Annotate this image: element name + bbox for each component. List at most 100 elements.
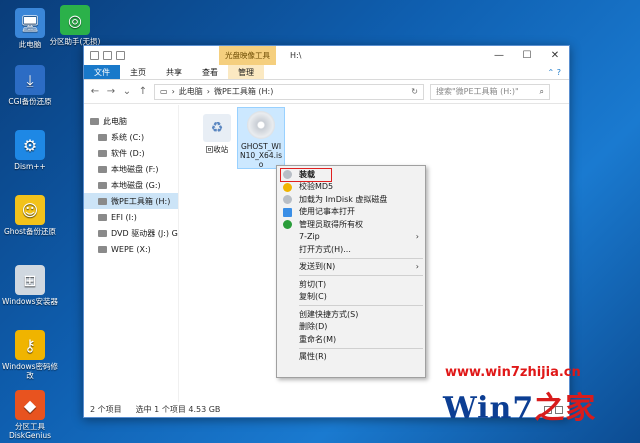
ribbon-tabs: 文件 主页 共享 查看 管理 ⌃ ?	[84, 65, 569, 80]
nav-item[interactable]: WEPE (X:)	[84, 241, 178, 257]
menu-item-label: 删除(D)	[299, 322, 328, 332]
menu-item[interactable]: 复制(C)	[277, 291, 425, 304]
computer-small-icon: ▭	[160, 87, 168, 96]
menu-item-label: 发送到(N)	[299, 262, 336, 272]
desktop-icon-label: CGI备份还原	[8, 97, 52, 106]
nav-item[interactable]: 微PE工具箱 (H:)	[84, 193, 178, 209]
nav-item-label: 此电脑	[103, 116, 127, 126]
menu-item[interactable]: 管理员取得所有权	[277, 218, 425, 231]
help-button[interactable]: ⌃ ?	[538, 65, 570, 79]
tab-home[interactable]: 主页	[120, 65, 156, 79]
folder-icon[interactable]	[90, 51, 99, 60]
watermark-logo: Win7之家	[443, 391, 597, 426]
menu-item-label: 使用记事本打开	[299, 207, 355, 217]
watermark-url: www.win7zhijia.cn	[445, 365, 581, 380]
forward-arrow-icon[interactable]: →	[106, 86, 116, 97]
menu-item[interactable]: 属性(R)	[277, 351, 425, 364]
menu-item-label: 7-Zip	[299, 232, 320, 242]
menu-item-label: 重命名(M)	[299, 334, 337, 344]
menu-item[interactable]: 使用记事本打开	[277, 206, 425, 219]
address-input[interactable]: ▭ › 此电脑 › 微PE工具箱 (H:) ↻	[154, 83, 424, 100]
desktop-icon[interactable]: ◎ 分区助手(无损)	[45, 5, 105, 46]
partition-assistant-icon: ◎	[60, 5, 90, 35]
desktop-icon-label: 分区工具DiskGenius	[8, 422, 52, 440]
ghost-icon: ☺	[15, 195, 45, 225]
menu-item-label: 属性(R)	[299, 352, 327, 362]
submenu-arrow-icon: ›	[415, 262, 419, 272]
admin-shield-icon	[283, 220, 292, 229]
menu-item[interactable]: 打开方式(H)...	[277, 243, 425, 256]
desktop-icon-label: Windows安装器	[2, 297, 58, 306]
breadcrumb-this-pc[interactable]: 此电脑	[179, 86, 203, 97]
nav-item[interactable]: EFI (I:)	[84, 209, 178, 225]
close-button[interactable]: ✕	[541, 46, 569, 65]
minimize-button[interactable]: —	[485, 46, 513, 65]
title-bar: 光盘映像工具 H:\ — ☐ ✕	[84, 46, 569, 65]
drive-icon	[98, 245, 107, 253]
menu-item[interactable]: 删除(D)	[277, 321, 425, 334]
menu-separator	[299, 275, 423, 276]
refresh-icon[interactable]: ↻	[411, 87, 418, 96]
menu-item[interactable]: 创建快捷方式(S)	[277, 308, 425, 321]
key-icon: ⚷	[15, 330, 45, 360]
recent-chevron-down-icon[interactable]: ⌄	[122, 86, 132, 97]
desktop-icon-label: Ghost备份还原	[3, 227, 56, 236]
search-input[interactable]: 搜索"微PE工具箱 (H:)" ⌕	[430, 83, 550, 100]
nav-item[interactable]: 此电脑	[84, 113, 178, 129]
drive-icon	[98, 165, 107, 173]
menu-item[interactable]: 重命名(M)	[277, 333, 425, 346]
menu-item[interactable]: 剪切(T)	[277, 278, 425, 291]
desktop-icon[interactable]: ⚷ Windows密码修改	[0, 330, 60, 380]
desktop-icon[interactable]: ◆ 分区工具DiskGenius	[0, 390, 60, 440]
menu-item-label: 装载	[299, 169, 315, 179]
tab-manage[interactable]: 管理	[228, 65, 264, 79]
menu-item-label: 打开方式(H)...	[299, 244, 351, 254]
notepad-icon	[283, 207, 292, 217]
nav-item[interactable]: 软件 (D:)	[84, 145, 178, 161]
iso-disc-icon	[247, 111, 275, 139]
submenu-arrow-icon: ›	[415, 232, 419, 242]
cgi-backup-icon: ⤓	[15, 65, 45, 95]
nav-item[interactable]: 本地磁盘 (F:)	[84, 161, 178, 177]
drive-icon	[98, 197, 107, 205]
menu-item-label: 管理员取得所有权	[299, 219, 363, 229]
desktop-icon[interactable]: ⚙ Dism++	[0, 130, 60, 171]
up-arrow-icon[interactable]: ↑	[138, 86, 148, 97]
menu-item[interactable]: 校验MD5	[277, 181, 425, 194]
menu-item[interactable]: 7-Zip ›	[277, 231, 425, 244]
nav-item-label: EFI (I:)	[111, 212, 137, 222]
menu-item[interactable]: 发送到(N) ›	[277, 261, 425, 274]
disc-icon	[283, 195, 292, 204]
nav-item-label: 本地磁盘 (F:)	[111, 164, 159, 174]
file-item-iso[interactable]: GHOST_WIN10_X64.iso	[237, 107, 285, 169]
desktop-icon[interactable]: ⤓ CGI备份还原	[0, 65, 60, 106]
properties-icon[interactable]	[103, 51, 112, 60]
window-title: H:\	[290, 51, 302, 60]
menu-item[interactable]: 装载	[277, 168, 425, 181]
shield-check-icon	[283, 182, 292, 192]
back-arrow-icon[interactable]: ←	[90, 86, 100, 97]
navigation-pane: 此电脑系统 (C:) 软件 (D:) 本地磁盘 (F:) 本地磁盘 (G:) 微PE工具…	[84, 105, 179, 402]
nav-item[interactable]: 系统 (C:)	[84, 129, 178, 145]
nav-item[interactable]: DVD 驱动器 (J:) GH	[84, 225, 178, 241]
breadcrumb-drive-h[interactable]: 微PE工具箱 (H:)	[214, 86, 273, 97]
desktop-icon[interactable]: ⊞ Windows安装器	[0, 265, 60, 306]
drive-icon	[98, 149, 107, 157]
tab-file[interactable]: 文件	[84, 65, 120, 79]
menu-item[interactable]: 加载为 ImDisk 虚拟磁盘	[277, 193, 425, 206]
desktop-icon[interactable]: ☺ Ghost备份还原	[0, 195, 60, 236]
new-folder-icon[interactable]	[116, 51, 125, 60]
dism-gear-icon: ⚙	[15, 130, 45, 160]
tab-view[interactable]: 查看	[192, 65, 228, 79]
windows-installer-icon: ⊞	[15, 265, 45, 295]
file-item-recycle-bin[interactable]: ♻ 回收站	[193, 111, 241, 157]
diskgenius-icon: ◆	[15, 390, 45, 420]
address-bar-row: ← → ⌄ ↑ ▭ › 此电脑 › 微PE工具箱 (H:) ↻ 搜索"微PE工具…	[84, 80, 569, 104]
nav-item-label: 软件 (D:)	[111, 148, 145, 158]
search-placeholder: 搜索"微PE工具箱 (H:)"	[436, 87, 519, 96]
maximize-button[interactable]: ☐	[513, 46, 541, 65]
item-count: 2 个项目	[90, 405, 122, 414]
nav-item-label: DVD 驱动器 (J:) GH	[111, 228, 178, 238]
nav-item[interactable]: 本地磁盘 (G:)	[84, 177, 178, 193]
tab-share[interactable]: 共享	[156, 65, 192, 79]
